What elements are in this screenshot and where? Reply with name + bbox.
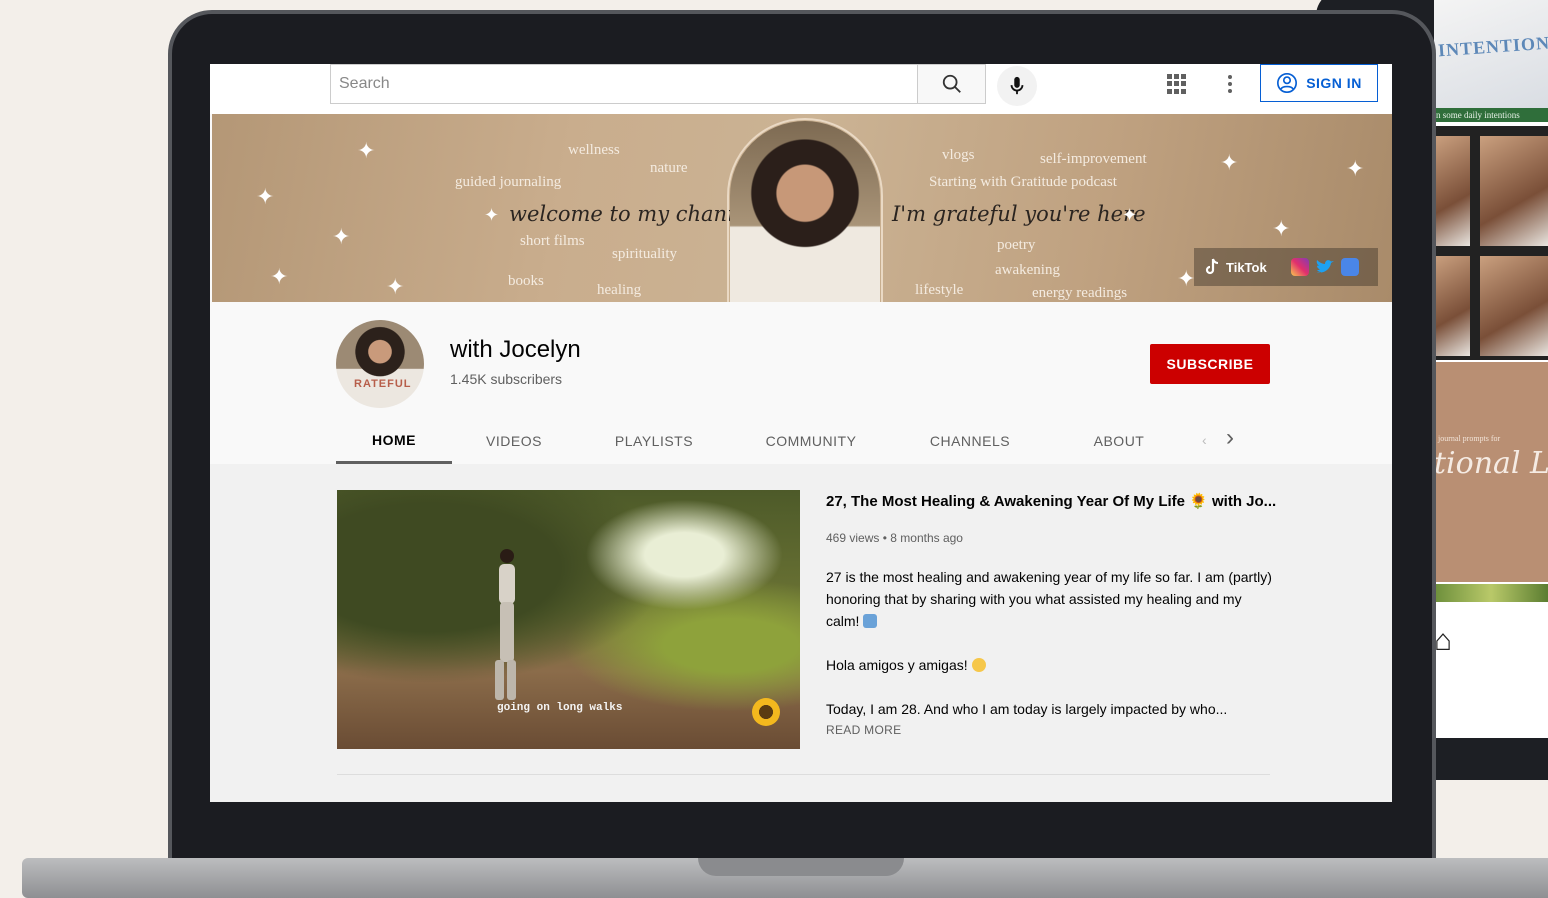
search-box <box>330 64 918 104</box>
voice-search-button[interactable] <box>997 66 1037 106</box>
description-paragraph: Today, I am 28. And who I am today is la… <box>826 701 1228 717</box>
banner-word: poetry <box>997 237 1036 253</box>
channel-banner: wellness nature guided journaling short … <box>212 114 1392 302</box>
instagram-icon[interactable] <box>1290 258 1309 276</box>
banner-word: Starting with Gratitude podcast <box>929 174 1117 190</box>
sparkle-icon: ✦ <box>1122 205 1138 225</box>
subscribe-button[interactable]: SUBSCRIBE <box>1150 344 1270 384</box>
browser-screen: SIGN IN wellness nature guided journalin… <box>210 64 1392 802</box>
sparkle-icon: ✦ <box>332 224 351 249</box>
banner-welcome-script: welcome to my channel <box>509 202 760 226</box>
phone-shirt-photo: INTENTIONA <box>1434 0 1548 110</box>
banner-word: wellness <box>568 142 620 158</box>
portrait-photo <box>730 121 880 302</box>
tiktok-link[interactable]: TikTok <box>1226 260 1267 275</box>
banner-word: lifestyle <box>915 282 964 298</box>
sparkle-icon: ✦ <box>1346 156 1365 181</box>
banner-word: self-improvement <box>1040 151 1147 167</box>
channel-avatar[interactable]: RATEFUL <box>336 320 424 408</box>
sparkle-icon: ✦ <box>1272 216 1291 241</box>
chevron-left-icon[interactable]: ‹ <box>1202 432 1207 448</box>
description-paragraph: Hola amigos y amigas! <box>826 654 1276 676</box>
sparkle-icon: ✦ <box>484 205 500 225</box>
tab-playlists[interactable]: PLAYLISTS <box>594 418 714 464</box>
phone-card-script-text: tional Liv <box>1434 446 1548 481</box>
banner-word: short films <box>520 233 585 249</box>
sparkle-icon: ✦ <box>256 184 275 209</box>
twitter-icon[interactable] <box>1315 258 1335 276</box>
search-button[interactable] <box>918 64 986 104</box>
tab-about[interactable]: ABOUT <box>1064 418 1174 464</box>
description-text: Hola amigos y amigas! <box>826 657 968 673</box>
video-description: 27 is the most healing and awakening yea… <box>826 566 1276 720</box>
banner-word: books <box>508 273 544 289</box>
banner-word: vlogs <box>942 147 975 163</box>
banner-word: spirituality <box>612 246 677 262</box>
read-more-link[interactable]: READ MORE <box>826 723 901 737</box>
channel-tabs: HOME VIDEOS PLAYLISTS COMMUNITY CHANNELS… <box>336 418 1266 464</box>
search-input[interactable] <box>331 65 917 103</box>
sparkle-icon: ✦ <box>1220 150 1239 175</box>
banner-word: awakening <box>995 262 1060 278</box>
sparkle-icon: ✦ <box>357 138 376 163</box>
arrow-emoji-icon <box>863 614 878 628</box>
chevron-right-icon[interactable]: › <box>1226 426 1234 450</box>
phone-screen: INTENTIONA n some daily intentions journ… <box>1434 0 1548 738</box>
account-icon <box>1277 73 1298 93</box>
video-thumbnail[interactable]: going on long walks <box>337 490 800 749</box>
banner-word: energy readings <box>1032 285 1128 301</box>
thumbnail-caption: going on long walks <box>497 702 623 714</box>
facebook-icon[interactable] <box>1340 258 1359 276</box>
walking-person-figure <box>495 549 516 700</box>
social-links: TikTok <box>1194 248 1378 286</box>
channel-name: with Jocelyn <box>450 336 581 363</box>
tab-community[interactable]: COMMUNITY <box>746 418 876 464</box>
video-meta: 469 views • 8 months ago <box>826 531 963 545</box>
tab-home[interactable]: HOME <box>336 418 452 464</box>
sparkle-icon: ✦ <box>1177 266 1196 291</box>
section-divider <box>337 774 1270 775</box>
description-paragraph: 27 is the most healing and awakening yea… <box>826 566 1276 632</box>
channel-header: RATEFUL with Jocelyn 1.45K subscribers S… <box>210 302 1392 464</box>
smiley-emoji-icon <box>971 658 986 672</box>
phone-photo <box>1434 256 1470 356</box>
phone-card-small-text: journal prompts for <box>1438 434 1501 443</box>
banner-word: guided journaling <box>455 174 562 190</box>
sign-in-button[interactable]: SIGN IN <box>1260 64 1378 102</box>
banner-grateful-script: I'm grateful you're here <box>892 202 1146 226</box>
featured-video-section: going on long walks 27, The Most Healing… <box>210 464 1392 802</box>
laptop-notch <box>698 858 904 876</box>
banner-word: nature <box>650 160 688 176</box>
phone-tan-card: journal prompts for tional Liv <box>1434 362 1548 582</box>
description-text: 27 is the most healing and awakening yea… <box>826 569 1272 629</box>
sparkle-icon: ✦ <box>270 264 289 289</box>
video-views: 469 views <box>826 531 880 545</box>
avatar-shirt-text: RATEFUL <box>354 378 412 390</box>
phone-photo <box>1434 136 1470 246</box>
tab-channels[interactable]: CHANNELS <box>912 418 1028 464</box>
apps-grid-icon[interactable] <box>1167 74 1187 94</box>
search-icon <box>942 74 961 93</box>
video-title[interactable]: 27, The Most Healing & Awakening Year Of… <box>826 492 1276 510</box>
phone-green-strip <box>1434 584 1548 602</box>
phone-banner-text: n some daily intentions <box>1434 108 1548 122</box>
top-bar: SIGN IN <box>210 64 1392 114</box>
sparkle-icon: ✦ <box>386 274 405 299</box>
banner-word: healing <box>597 282 642 298</box>
subscriber-count: 1.45K subscribers <box>450 371 563 387</box>
home-icon[interactable]: ⌂ <box>1434 624 1452 658</box>
video-age: 8 months ago <box>890 531 963 545</box>
phone-photo <box>1480 136 1548 246</box>
phone-photo <box>1480 256 1548 356</box>
phone-photo-grid <box>1434 126 1548 360</box>
sign-in-label: SIGN IN <box>1306 75 1362 91</box>
sunflower-icon <box>752 698 780 726</box>
phone-shirt-text: INTENTIONA <box>1437 31 1548 61</box>
tiktok-icon[interactable] <box>1204 258 1220 276</box>
more-options-icon[interactable] <box>1218 72 1242 96</box>
tab-videos[interactable]: VIDEOS <box>464 418 564 464</box>
microphone-icon <box>1010 76 1024 95</box>
